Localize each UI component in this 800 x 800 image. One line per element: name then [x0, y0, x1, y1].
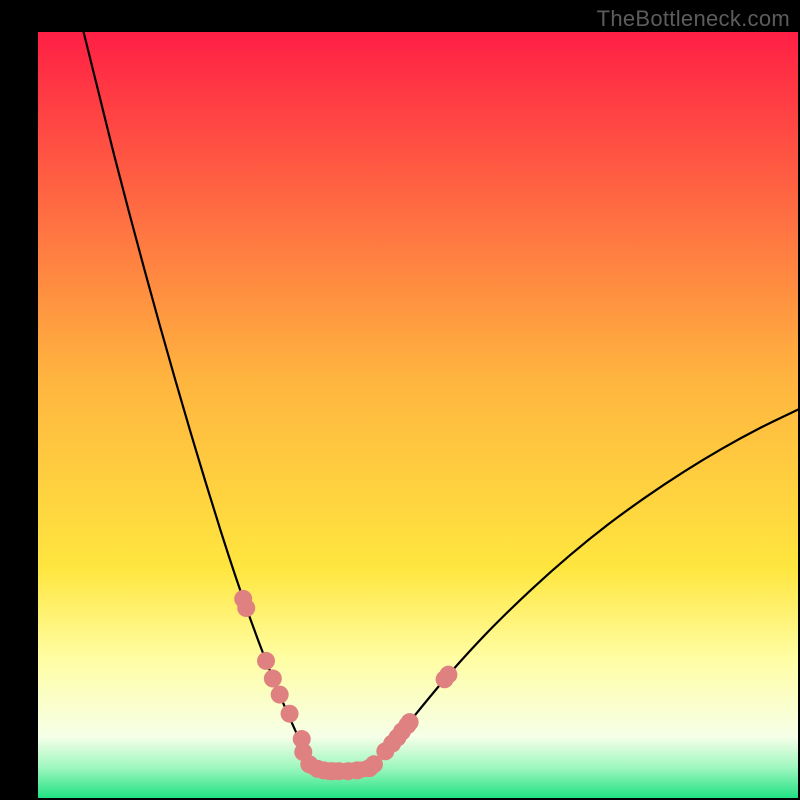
marker-left-markers: [257, 652, 275, 670]
marker-left-markers: [237, 599, 255, 617]
plot-background: [38, 32, 798, 798]
watermark-text: TheBottleneck.com: [597, 6, 790, 32]
bottleneck-chart: [0, 0, 800, 800]
marker-left-markers: [281, 705, 299, 723]
marker-right-markers: [439, 666, 457, 684]
marker-right-markers: [401, 713, 419, 731]
chart-container: TheBottleneck.com: [0, 0, 800, 800]
marker-left-markers: [264, 670, 282, 688]
marker-left-markers: [271, 686, 289, 704]
